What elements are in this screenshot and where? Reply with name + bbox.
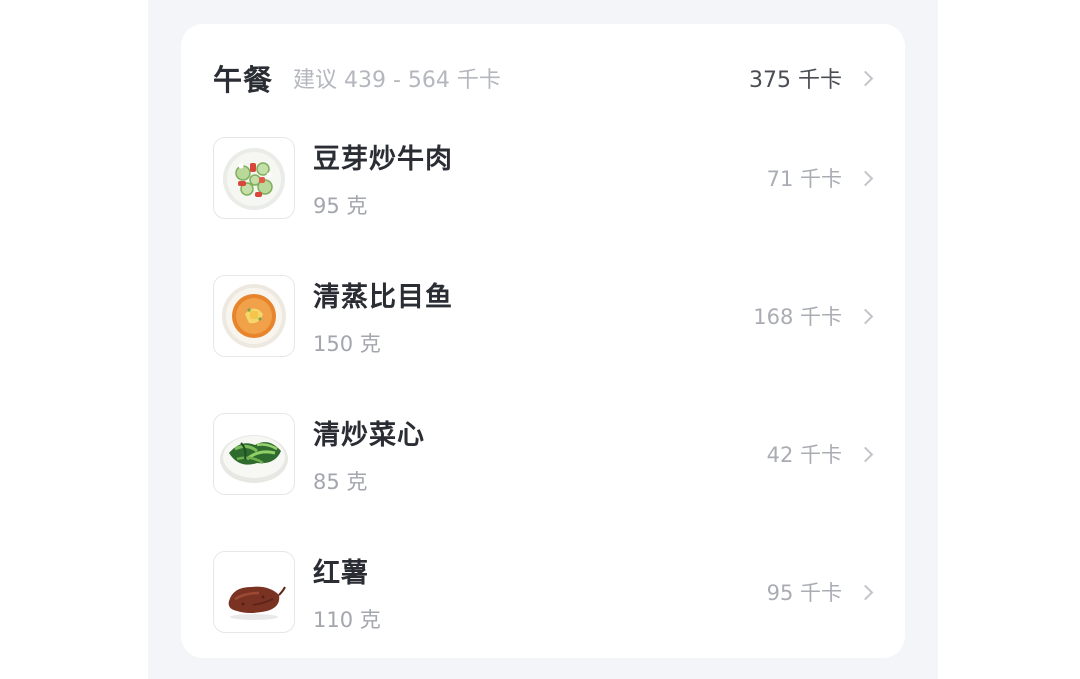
food-kcal: 42 千卡 <box>766 439 874 469</box>
meal-suggestion: 建议 439 - 564 千卡 <box>293 68 501 93</box>
food-kcal-value: 95 千卡 <box>766 581 842 605</box>
meal-header[interactable]: 午餐 建议 439 - 564 千卡 375 千卡 <box>213 56 874 100</box>
chevron-right-icon[interactable] <box>857 308 874 324</box>
food-name: 豆芽炒牛肉 <box>313 144 453 175</box>
food-name: 清炒菜心 <box>313 420 425 451</box>
food-name: 清蒸比目鱼 <box>313 282 453 313</box>
food-item-hongshu[interactable]: 红薯 110 克 95 千卡 <box>213 549 874 635</box>
food-item-douya-niurou[interactable]: 豆芽炒牛肉 95 克 71 千卡 <box>213 135 874 221</box>
food-weight: 85 克 <box>313 470 368 494</box>
food-kcal-value: 71 千卡 <box>766 167 842 191</box>
food-item-qingzheng-bimuyu[interactable]: 清蒸比目鱼 150 克 168 千卡 <box>213 273 874 359</box>
chevron-right-icon[interactable] <box>857 446 874 462</box>
food-name: 红薯 <box>313 558 369 589</box>
food-kcal: 95 千卡 <box>766 577 874 607</box>
salad-plate-icon <box>213 137 295 219</box>
food-kcal-value: 168 千卡 <box>753 305 842 329</box>
food-weight: 150 克 <box>313 332 381 356</box>
food-item-qingchao-caixin[interactable]: 清炒菜心 85 克 42 千卡 <box>213 411 874 497</box>
food-kcal: 168 千卡 <box>753 301 874 331</box>
meal-total-kcal: 375 千卡 <box>749 68 842 93</box>
greens-plate-icon <box>213 413 295 495</box>
chevron-right-icon[interactable] <box>857 70 874 86</box>
food-kcal-value: 42 千卡 <box>766 443 842 467</box>
chevron-right-icon[interactable] <box>857 584 874 600</box>
soup-plate-icon <box>213 275 295 357</box>
food-weight: 110 克 <box>313 608 381 632</box>
meal-title: 午餐 <box>213 63 274 97</box>
food-weight: 95 克 <box>313 194 368 218</box>
chevron-right-icon[interactable] <box>857 170 874 186</box>
food-kcal: 71 千卡 <box>766 163 874 193</box>
sweet-potato-icon <box>213 551 295 633</box>
lunch-card: 午餐 建议 439 - 564 千卡 375 千卡 豆芽炒牛肉 95 克 71 … <box>181 24 905 658</box>
